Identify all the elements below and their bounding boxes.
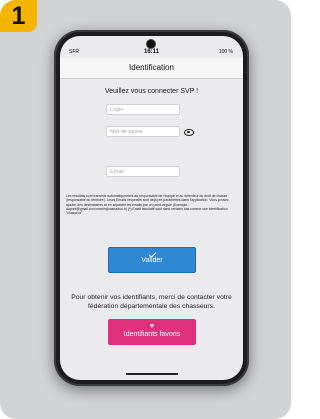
clock: 16:11 [143,49,159,55]
favorites-label: Identifiants favoris [123,331,181,338]
step-badge: 1 [0,0,37,32]
camera-icon [146,39,156,49]
info-text: Les résultats sont transmis automatiquem… [66,194,229,216]
eye-icon[interactable] [184,129,194,136]
favorites-button[interactable]: ♥ Identifiants favoris [108,319,196,345]
page-title: Identification [60,58,243,79]
password-input[interactable]: Mot de passe [106,126,180,137]
login-input[interactable]: Login [106,104,180,115]
validate-label: Valider [141,257,163,264]
instruction-card: 1 SFR 16:11 100 % Identification Veuille… [0,0,291,419]
email-input[interactable]: Email [106,166,180,177]
heart-icon: ♥ [149,323,155,330]
battery-label: 100 % [218,49,233,55]
login-prompt: Veuillez vous connecter SVP ! [104,88,199,95]
status-bar: SFR 16:11 100 % [60,36,243,58]
phone-screen: SFR 16:11 100 % Identification Veuillez … [60,36,243,380]
validate-button[interactable]: Valider [108,247,196,273]
contact-text: Pour obtenir vos identifiants, merci de … [71,294,232,310]
home-indicator [126,373,178,375]
